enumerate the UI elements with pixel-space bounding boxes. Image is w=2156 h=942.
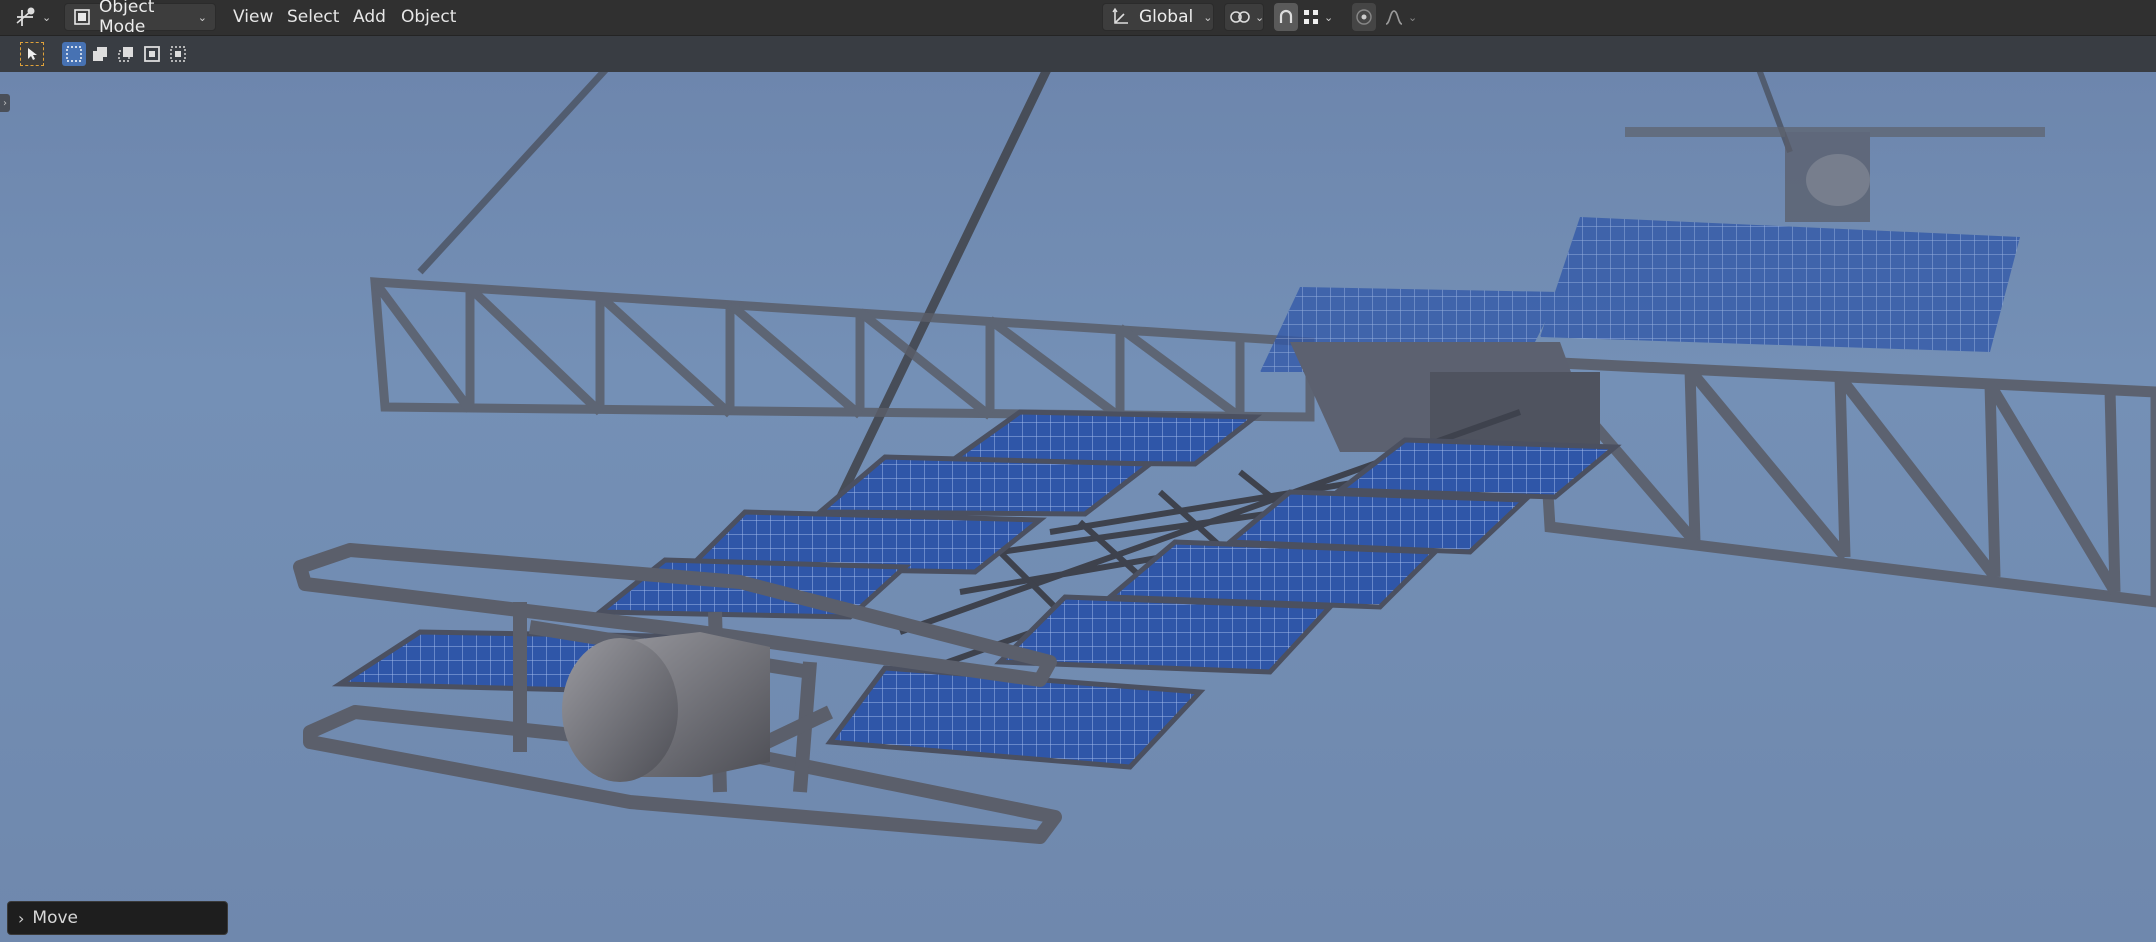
snap-increment-icon [1302,8,1320,26]
select-mode-intersect-button[interactable] [166,42,190,66]
falloff-curve-icon [1384,8,1404,26]
select-mode-invert-button[interactable] [140,42,164,66]
select-invert-icon [143,45,161,63]
select-intersect-icon [169,45,187,63]
snap-magnet-icon [1277,8,1295,26]
select-mode-subtract-button[interactable] [114,42,138,66]
last-operator-panel[interactable]: › Move [7,901,228,935]
3d-viewport[interactable]: › [0,72,2156,942]
object-mode-icon [73,8,91,26]
editor-type-button[interactable]: ⌄ [10,3,54,31]
mode-dropdown[interactable]: Object Mode ⌄ [64,0,216,37]
snap-toggle[interactable] [1274,3,1298,31]
pivot-point-dropdown[interactable]: ⌄ [1224,3,1264,31]
view3d-gizmo-icon [14,6,38,28]
orientation-label: Global [1139,7,1194,27]
snap-target-dropdown[interactable]: ⌄ [1302,3,1342,31]
menu-add[interactable]: Add [353,6,386,28]
transform-orientation-dropdown[interactable]: Global ⌄ [1102,3,1214,31]
active-tool-button[interactable] [20,42,44,66]
satellite-render [293,72,2156,844]
menu-object[interactable]: Object [401,6,456,28]
sidebar-toggle-button[interactable]: › [0,94,10,112]
chevron-down-icon: ⌄ [197,10,207,24]
select-extend-icon [91,45,109,63]
proportional-falloff-dropdown[interactable]: ⌄ [1384,3,1424,31]
select-subtract-icon [117,45,135,63]
tool-settings-bar [0,36,2156,72]
chevron-right-icon: › [18,908,25,928]
proportional-editing-icon [1355,8,1373,26]
transform-orientation-icon [1111,7,1131,27]
select-box-tool-icon [25,47,39,61]
chevron-down-icon: ⌄ [42,10,52,24]
chevron-right-icon: › [3,97,7,109]
chevron-down-icon: ⌄ [1408,10,1418,24]
chevron-down-icon: ⌄ [1255,10,1265,24]
operator-label: Move [32,908,78,928]
pivot-point-icon [1229,8,1251,26]
select-new-icon [65,45,83,63]
select-mode-new-button[interactable] [62,42,86,66]
menu-select[interactable]: Select [287,6,339,28]
chevron-down-icon: ⌄ [1324,10,1334,24]
chevron-down-icon: ⌄ [1203,10,1213,24]
mode-label: Object Mode [99,0,155,37]
menu-view[interactable]: View [233,6,273,28]
select-mode-extend-button[interactable] [88,42,112,66]
proportional-editing-toggle[interactable] [1352,3,1376,31]
viewport-header: ⌄ Object Mode ⌄ View Select Add Object G… [0,0,2156,37]
